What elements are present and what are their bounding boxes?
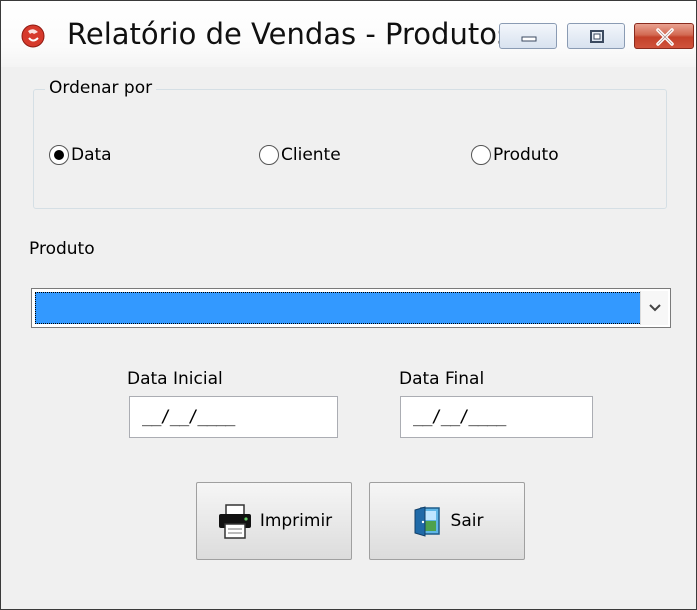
- maximize-icon: [590, 30, 604, 43]
- radio-data-label: Data: [71, 145, 112, 165]
- title-bar[interactable]: Relatório de Vendas - Produtos: [1, 1, 696, 67]
- produto-label: Produto: [29, 239, 95, 259]
- sair-label: Sair: [450, 511, 484, 531]
- minimize-icon: [521, 36, 537, 42]
- radio-circle: [471, 145, 491, 165]
- radio-data[interactable]: Data: [49, 144, 112, 166]
- radio-produto[interactable]: Produto: [471, 144, 559, 166]
- minimize-button[interactable]: [499, 23, 557, 49]
- close-button[interactable]: [634, 23, 694, 49]
- close-icon: [656, 28, 674, 46]
- app-logo-icon: [21, 24, 45, 48]
- chevron-down-icon: [648, 304, 661, 312]
- form-client-area: Ordenar por Data Cliente Produto Produto…: [9, 67, 688, 607]
- produto-combobox[interactable]: [31, 288, 671, 328]
- window-title: Relatório de Vendas - Produtos: [67, 17, 513, 51]
- report-window: Relatório de Vendas - Produtos Ordenar p…: [0, 0, 697, 610]
- imprimir-label: Imprimir: [259, 511, 333, 531]
- data-inicial-label: Data Inicial: [127, 369, 223, 389]
- radio-produto-label: Produto: [493, 145, 559, 165]
- produto-selected-value: [35, 292, 642, 324]
- sort-group-legend: Ordenar por: [45, 78, 157, 98]
- data-final-label: Data Final: [399, 369, 485, 389]
- data-inicial-field[interactable]: __/__/____: [129, 396, 338, 438]
- data-final-field[interactable]: __/__/____: [400, 396, 593, 438]
- maximize-button[interactable]: [567, 23, 625, 49]
- sort-groupbox: [33, 89, 667, 209]
- radio-cliente-label: Cliente: [281, 145, 341, 165]
- radio-selected-dot: [54, 150, 64, 160]
- exit-door-icon: [411, 504, 445, 538]
- radio-cliente[interactable]: Cliente: [259, 144, 341, 166]
- printer-icon: [216, 502, 254, 540]
- imprimir-button[interactable]: Imprimir: [196, 482, 352, 560]
- sair-button[interactable]: Sair: [369, 482, 525, 560]
- radio-circle: [49, 145, 69, 165]
- radio-circle: [259, 145, 279, 165]
- dropdown-button[interactable]: [640, 291, 668, 325]
